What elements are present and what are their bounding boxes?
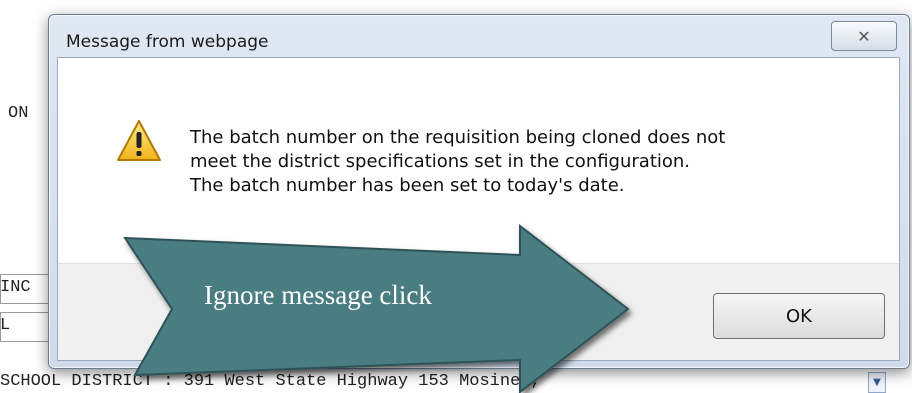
message-line: The batch number has been set to today's… [190,175,625,196]
background-text-l: L [0,316,11,335]
background-text-inc: INC [0,278,31,297]
background-address-line: SCHOOL DISTRICT : 391 West State Highway… [0,372,541,391]
dropdown-arrow-icon[interactable]: ▼ [868,372,886,393]
message-line: The batch number on the requisition bein… [190,127,726,148]
background-text-on: ON [8,104,29,123]
warning-icon [117,120,161,161]
callout-label: Ignore message click [204,280,432,310]
dialog-body: The batch number on the requisition bein… [57,57,900,361]
dialog-message: The batch number on the requisition bein… [190,126,725,198]
message-line: meet the district specifications set in … [190,151,691,172]
close-button[interactable]: ✕ [831,21,897,51]
dialog-title: Message from webpage [66,32,269,52]
ok-button[interactable]: OK [713,293,885,339]
message-dialog: Message from webpage ✕ The batch number … [48,14,910,369]
close-icon: ✕ [857,26,871,46]
